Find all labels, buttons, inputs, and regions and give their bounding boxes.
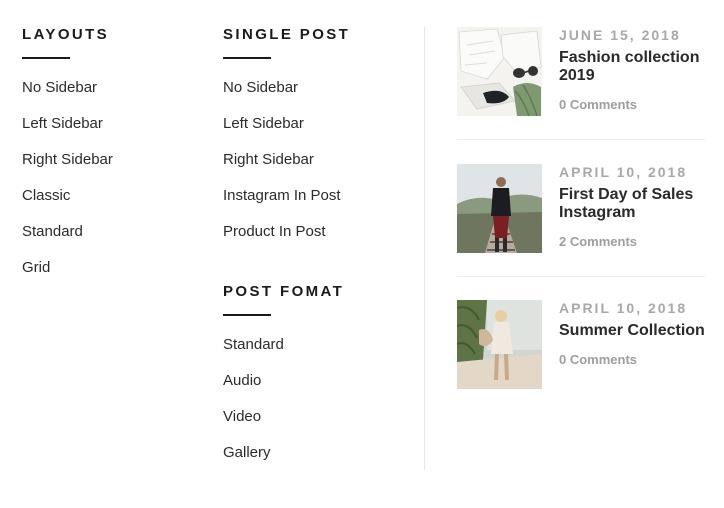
layouts-item-grid[interactable]: Grid bbox=[22, 259, 202, 295]
post-format-heading: POST FOMAT bbox=[223, 283, 345, 300]
layouts-item-classic[interactable]: Classic bbox=[22, 187, 202, 223]
heading-underline bbox=[223, 57, 271, 59]
column-divider bbox=[424, 27, 425, 470]
post-date: JUNE 15, 2018 bbox=[559, 27, 681, 43]
single-post-item-left-sidebar[interactable]: Left Sidebar bbox=[223, 115, 413, 151]
layouts-menu: LAYOUTS No Sidebar Left Sidebar Right Si… bbox=[22, 26, 202, 295]
post-thumbnail-flatlay-image[interactable] bbox=[457, 27, 542, 116]
layouts-list: No Sidebar Left Sidebar Right Sidebar Cl… bbox=[22, 79, 202, 295]
post-thumbnail-beach-image[interactable] bbox=[457, 300, 542, 389]
single-post-item-right-sidebar[interactable]: Right Sidebar bbox=[223, 151, 413, 187]
post-divider bbox=[457, 139, 705, 140]
single-post-list: No Sidebar Left Sidebar Right Sidebar In… bbox=[223, 79, 413, 259]
post-comments-link[interactable]: 2 Comments bbox=[559, 234, 637, 249]
single-post-item-no-sidebar[interactable]: No Sidebar bbox=[223, 79, 413, 115]
post-format-menu: POST FOMAT Standard Audio Video Gallery bbox=[223, 283, 413, 480]
post-date: APRIL 10, 2018 bbox=[559, 164, 688, 180]
post-title-link[interactable]: Fashion collection 2019 bbox=[559, 49, 705, 85]
post-format-item-video[interactable]: Video bbox=[223, 408, 413, 444]
heading-underline bbox=[223, 314, 271, 316]
layouts-item-no-sidebar[interactable]: No Sidebar bbox=[22, 79, 202, 115]
heading-underline bbox=[22, 57, 70, 59]
post-title-link[interactable]: Summer Collection bbox=[559, 322, 705, 340]
post-format-item-audio[interactable]: Audio bbox=[223, 372, 413, 408]
post-format-item-gallery[interactable]: Gallery bbox=[223, 444, 413, 480]
post-date: APRIL 10, 2018 bbox=[559, 300, 688, 316]
post-comments-link[interactable]: 0 Comments bbox=[559, 352, 637, 367]
layouts-item-left-sidebar[interactable]: Left Sidebar bbox=[22, 115, 202, 151]
single-post-heading: SINGLE POST bbox=[223, 26, 351, 43]
recent-post-item: JUNE 15, 2018 Fashion collection 2019 0 … bbox=[457, 27, 705, 117]
post-title-link[interactable]: First Day of Sales Instagram bbox=[559, 186, 705, 222]
single-post-item-product-in-post[interactable]: Product In Post bbox=[223, 223, 413, 259]
post-divider bbox=[457, 276, 705, 277]
post-format-list: Standard Audio Video Gallery bbox=[223, 336, 413, 480]
post-thumbnail-railway-image[interactable] bbox=[457, 164, 542, 253]
layouts-item-standard[interactable]: Standard bbox=[22, 223, 202, 259]
layouts-item-right-sidebar[interactable]: Right Sidebar bbox=[22, 151, 202, 187]
post-format-item-standard[interactable]: Standard bbox=[223, 336, 413, 372]
layouts-heading: LAYOUTS bbox=[22, 26, 110, 43]
post-comments-link[interactable]: 0 Comments bbox=[559, 97, 637, 112]
single-post-item-instagram-in-post[interactable]: Instagram In Post bbox=[223, 187, 413, 223]
recent-post-item: APRIL 10, 2018 First Day of Sales Instag… bbox=[457, 164, 705, 254]
recent-post-item: APRIL 10, 2018 Summer Collection 0 Comme… bbox=[457, 300, 705, 390]
single-post-menu: SINGLE POST No Sidebar Left Sidebar Righ… bbox=[223, 26, 413, 259]
